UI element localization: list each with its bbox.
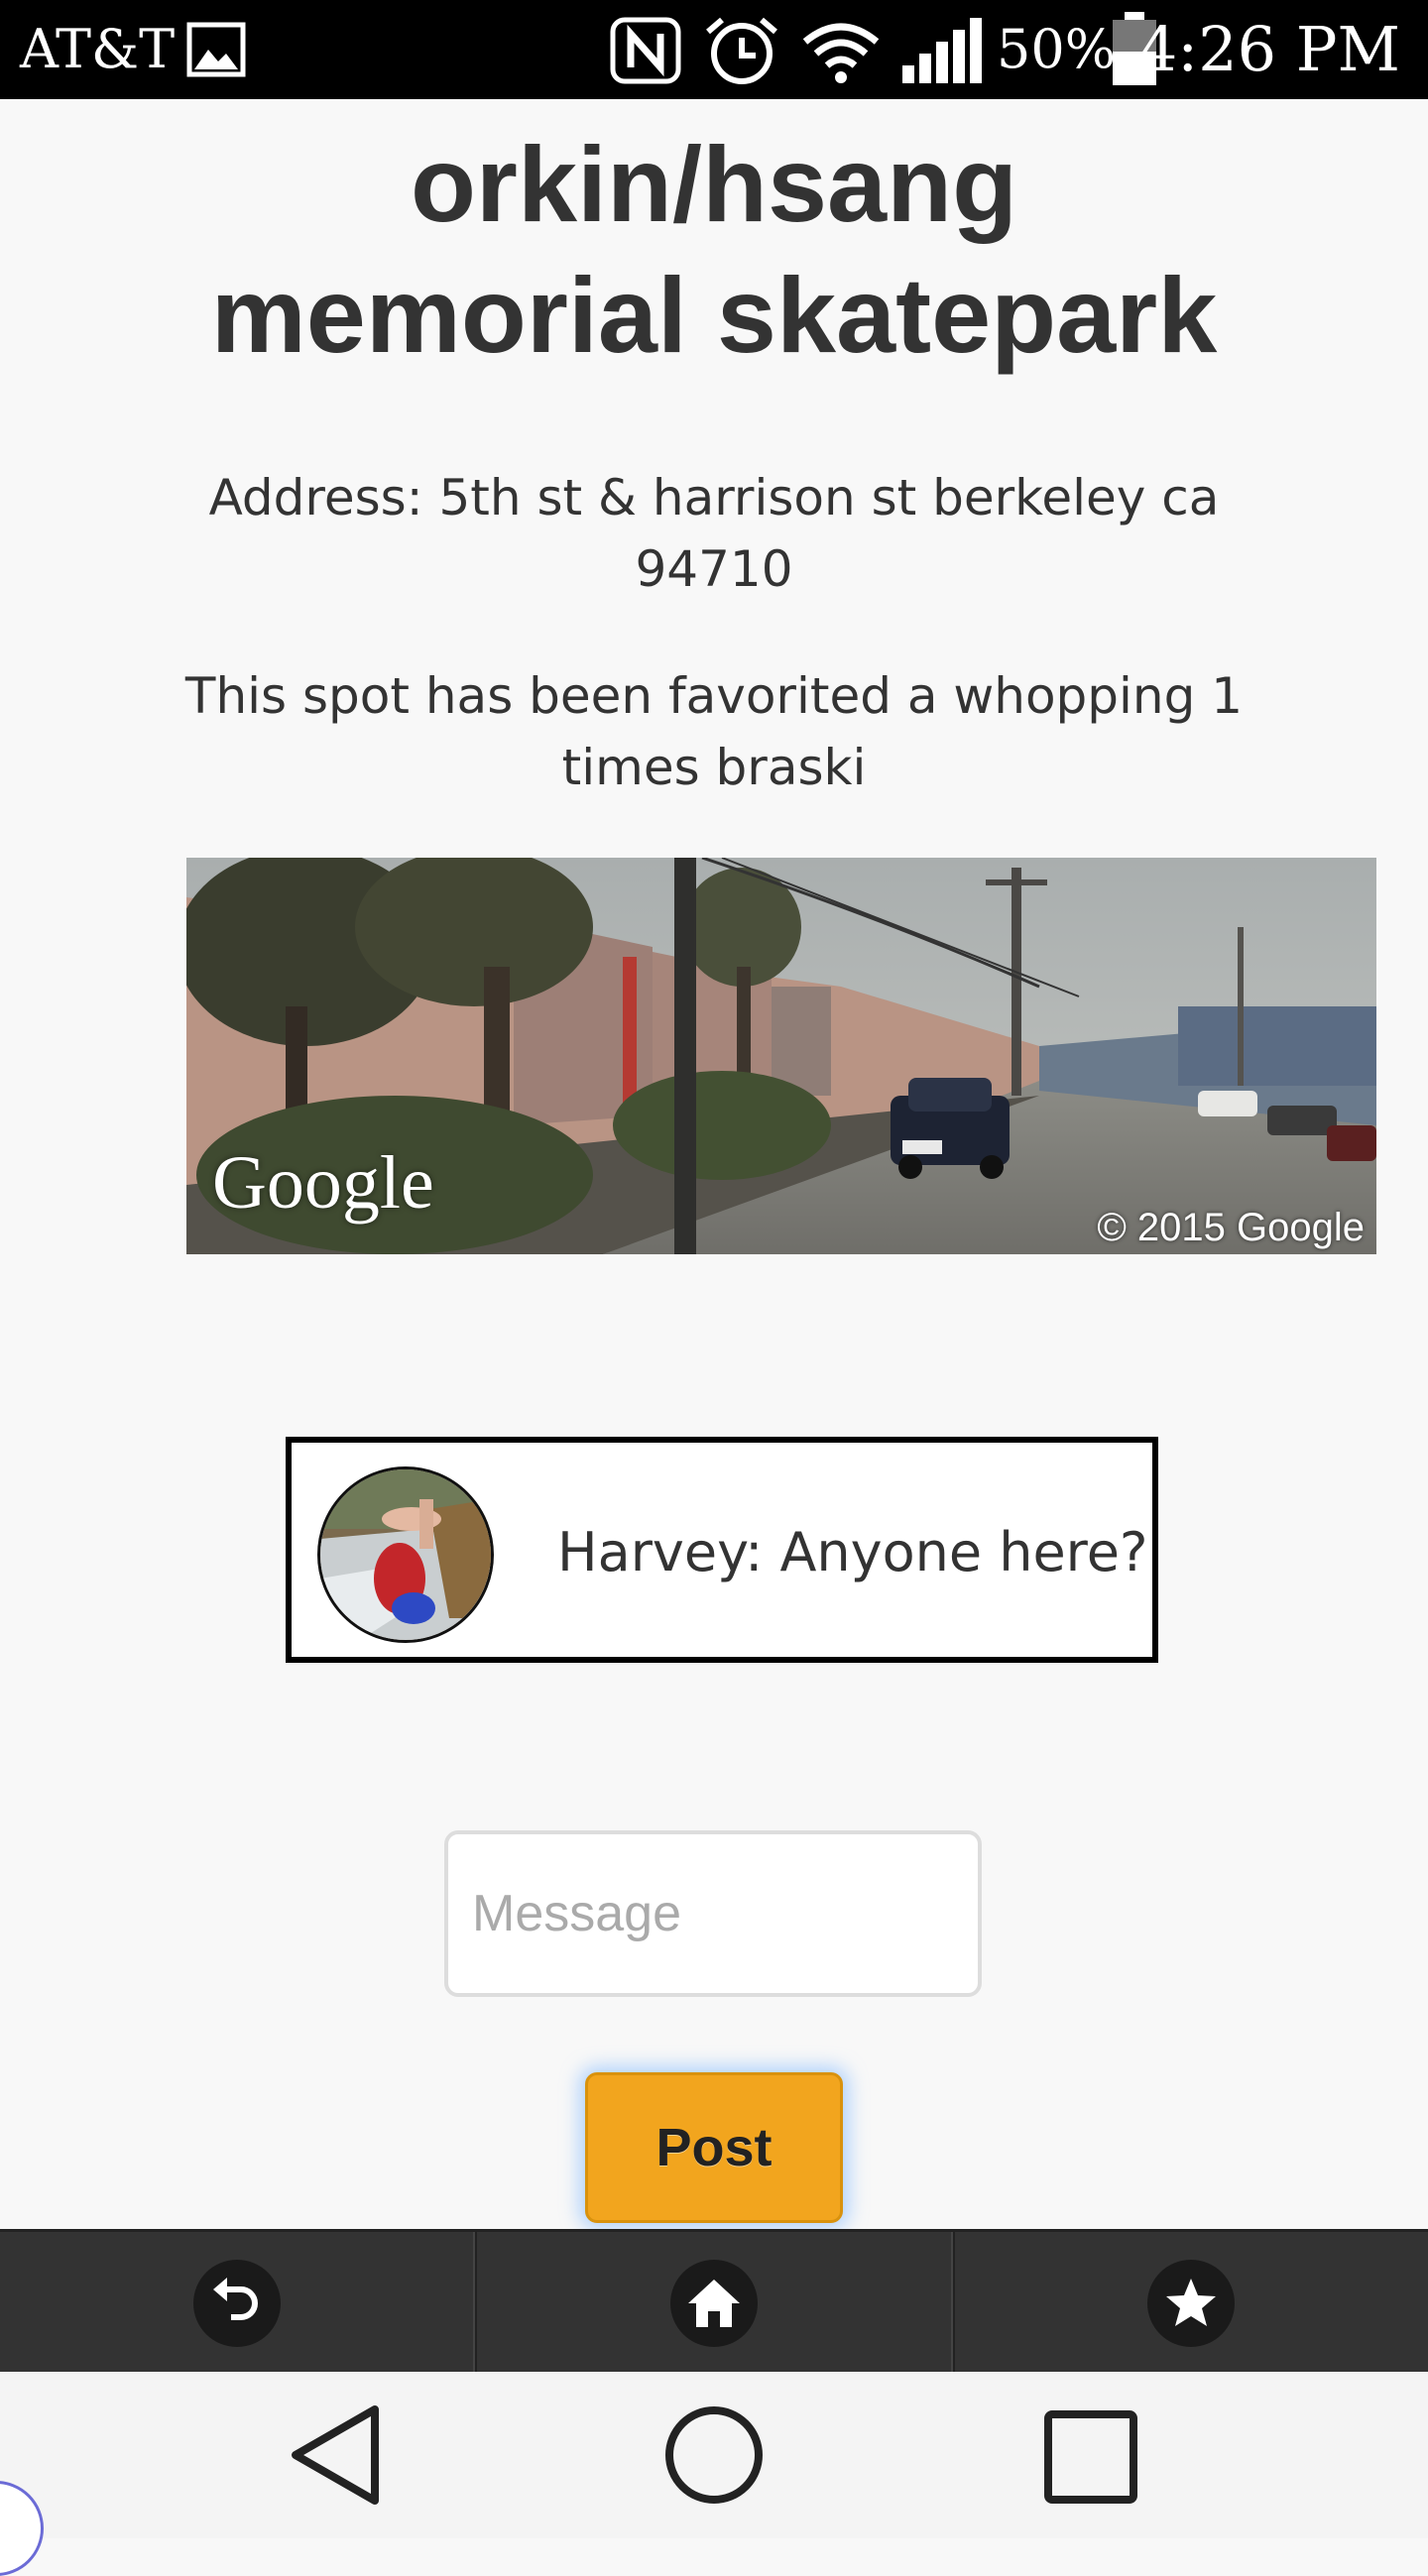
app-bottom-nav [0,2229,1428,2375]
nav-back-circle [192,2260,281,2347]
title-line-1: orkin/hsang [410,124,1018,244]
page-title: orkin/hsang memorial skatepark [0,119,1428,381]
home-circle-icon[interactable] [662,2403,766,2507]
undo-icon [212,2278,258,2320]
favorites-count-text: This spot has been favorited a whopping … [184,667,1244,796]
clock: 4:26 PM [1137,13,1400,85]
chat-message-text: Harvey: Anyone here? [557,1521,1148,1583]
google-logo: Google [212,1141,434,1225]
message-input[interactable] [444,1830,982,1997]
carrier-label: AT&T [20,18,176,80]
home-icon [687,2280,740,2327]
status-bar: AT&T 50% 4:26 PM [0,0,1428,99]
wifi-icon [802,23,880,83]
battery-percent: 50% [997,18,1117,80]
recent-apps-icon[interactable] [1043,2409,1138,2505]
alarm-icon [706,17,777,84]
back-icon[interactable] [288,2403,387,2507]
nfc-icon [610,17,681,84]
post-button[interactable]: Post [585,2072,843,2223]
spot-address: Address: 5th st & harrison st berkeley c… [208,469,1220,598]
nav-back-button[interactable] [0,2232,476,2375]
gallery-icon [186,22,246,77]
nav-favorite-button[interactable] [952,2232,1428,2375]
nav-favorite-circle [1147,2260,1236,2347]
star-icon [1166,2279,1217,2326]
system-nav-bar [0,2372,1428,2576]
chat-message: Harvey: Anyone here? [286,1437,1158,1663]
nav-home-circle [669,2260,758,2347]
title-line-2: memorial skatepark [210,255,1218,375]
floating-bubble[interactable] [0,2481,44,2576]
nav-home-button[interactable] [475,2232,953,2375]
avatar [317,1466,494,1643]
image-copyright: © 2015 Google [1097,1206,1365,1249]
street-view-image: Google © 2015 Google [186,858,1376,1254]
avatar-photo [320,1469,491,1640]
signal-icon [902,18,982,83]
